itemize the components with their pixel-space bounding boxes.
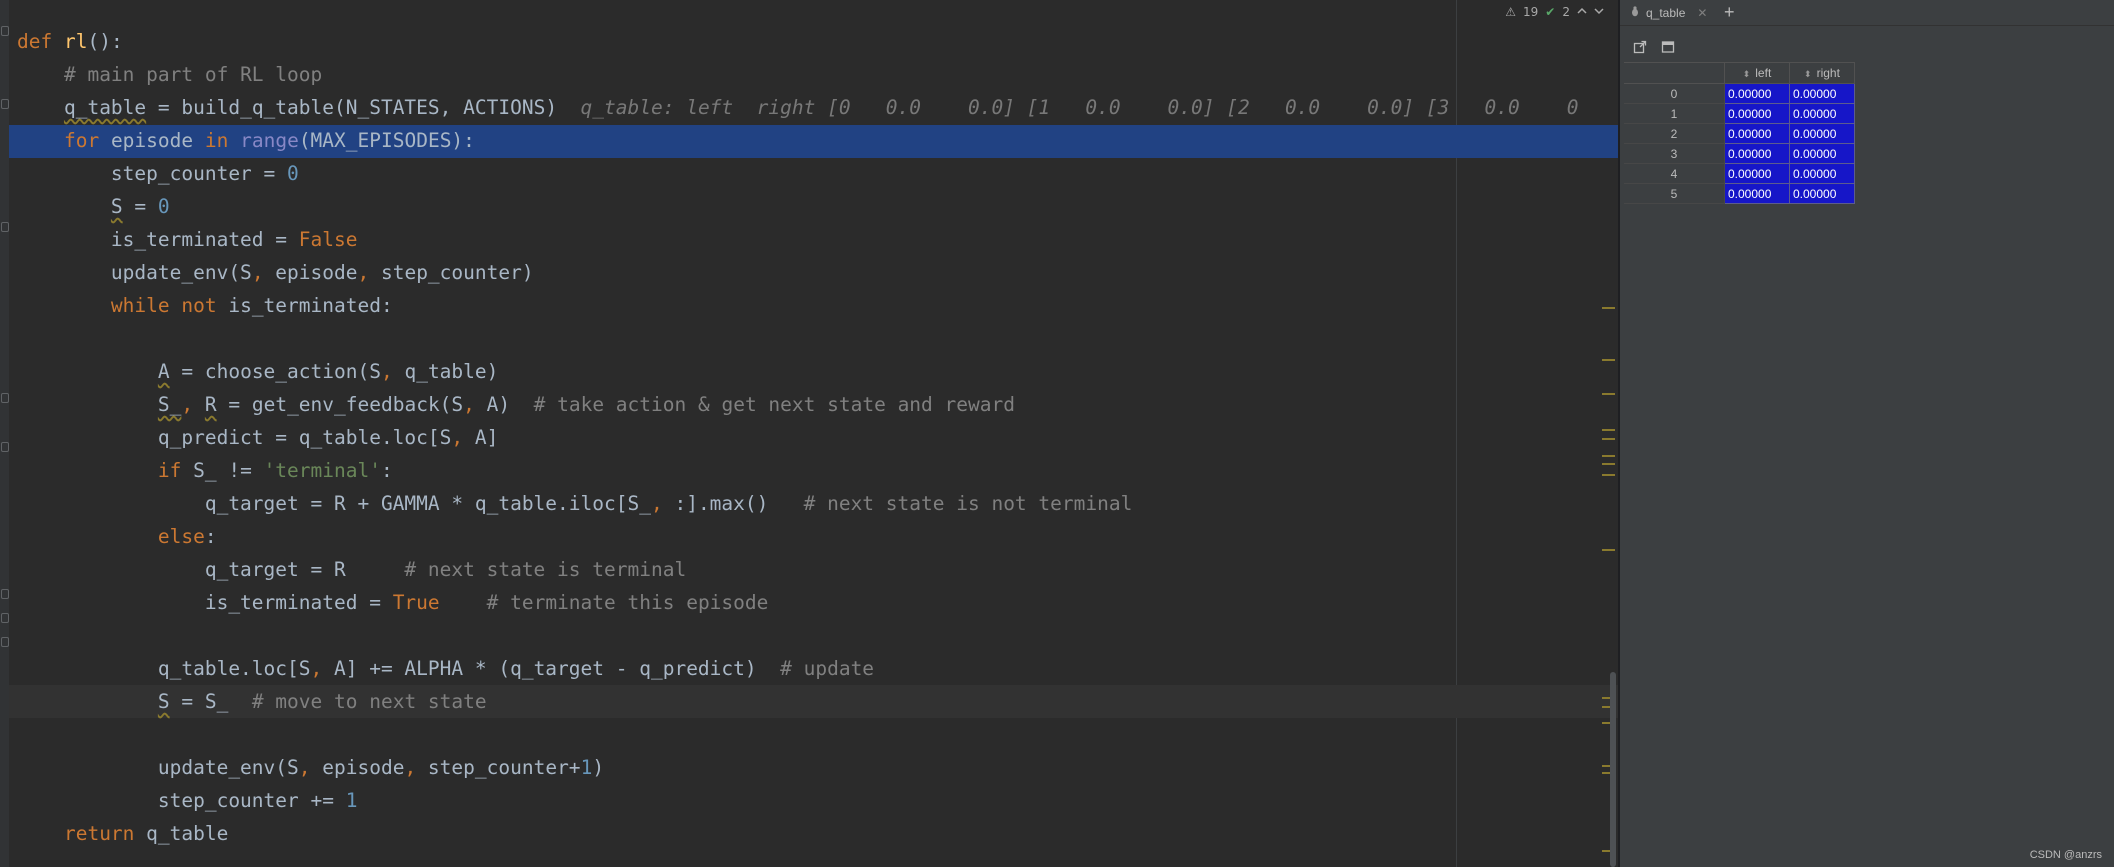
code-line: S = 0 — [110, 195, 170, 218]
row-index: 4 — [1624, 163, 1725, 184]
code-line: step_counter += 1 — [17, 789, 358, 812]
code-line: S = S_ # move to next state — [157, 690, 487, 713]
table-cell[interactable]: 0.00000 — [1789, 103, 1855, 124]
warning-stripe — [1602, 474, 1615, 476]
table-cell[interactable]: 0.00000 — [1789, 163, 1855, 184]
warning-stripe — [1602, 307, 1615, 309]
dataframe-table: ⬍ left ⬍ right 0 0.00000 0.00000 1 0.00000… — [1624, 62, 1855, 204]
table-row[interactable]: 0 0.00000 0.00000 — [1624, 83, 1855, 104]
warning-icon: ⚠ — [1505, 5, 1517, 19]
warning-count: 19 — [1523, 5, 1539, 19]
table-row[interactable]: 5 0.00000 0.00000 — [1624, 183, 1855, 204]
table-cell[interactable]: 0.00000 — [1789, 183, 1855, 204]
code-line: for episode in range(MAX_EPISODES): — [63, 129, 475, 152]
editor-scrollbar[interactable] — [1600, 0, 1618, 867]
inline-debug-value: q_table: left right [0 0.0 0.0] [1 0.0 0… — [580, 96, 1579, 119]
sort-icon[interactable]: ⬍ — [1804, 69, 1812, 79]
scrollbar-thumb[interactable] — [1610, 672, 1616, 867]
warning-stripe — [1602, 429, 1615, 431]
code-line: if S_ != 'terminal': — [157, 459, 393, 482]
table-cell[interactable]: 0.00000 — [1724, 83, 1790, 104]
table-cell[interactable]: 0.00000 — [1789, 143, 1855, 164]
sort-icon[interactable]: ⬍ — [1743, 69, 1751, 79]
column-header-right[interactable]: ⬍ right — [1789, 62, 1855, 84]
row-index: 5 — [1624, 183, 1725, 204]
fold-marker-while[interactable] — [1, 222, 9, 232]
code-line: else: — [157, 525, 217, 548]
check-icon: ✔ — [1545, 5, 1556, 19]
bug-icon — [1630, 5, 1640, 20]
warning-stripe — [1602, 455, 1615, 457]
warning-stripe — [1602, 438, 1615, 440]
code-line: update_env(S, episode, step_counter) — [17, 261, 534, 284]
table-cell[interactable]: 0.00000 — [1724, 103, 1790, 124]
code-line: q_table.loc[S, A] += ALPHA * (q_target -… — [17, 657, 875, 680]
table-cell[interactable]: 0.00000 — [1724, 163, 1790, 184]
watermark: CSDN @anzrs — [2029, 849, 2102, 861]
fold-marker-for-end[interactable] — [1, 613, 9, 623]
code-line: q_target = R # next state is terminal — [17, 558, 687, 581]
code-line: # main part of RL loop — [63, 63, 323, 86]
code-line: def rl(): — [17, 30, 123, 53]
table-cell[interactable]: 0.00000 — [1789, 83, 1855, 104]
code-line: q_predict = q_table.loc[S, A] — [17, 426, 499, 449]
table-cell[interactable]: 0.00000 — [1724, 183, 1790, 204]
tab-q-table[interactable]: q_table ✕ — [1620, 0, 1719, 25]
table-cell[interactable]: 0.00000 — [1724, 143, 1790, 164]
inspection-widget[interactable]: ⚠ 19 ✔ 2 — [1505, 0, 1604, 24]
fold-marker-while-end[interactable] — [1, 589, 9, 599]
warning-stripe — [1602, 549, 1615, 551]
viewer-toolbar — [1620, 36, 1676, 58]
column-header-left[interactable]: ⬍ left — [1724, 62, 1790, 84]
row-index: 1 — [1624, 103, 1725, 124]
code-line: update_env(S, episode, step_counter+1) — [17, 756, 605, 779]
table-row[interactable]: 4 0.00000 0.00000 — [1624, 163, 1855, 184]
fold-marker-else-end[interactable] — [1, 442, 9, 452]
warning-stripe — [1602, 393, 1615, 395]
warning-stripe — [1602, 359, 1615, 361]
row-index: 0 — [1624, 83, 1725, 104]
row-index: 2 — [1624, 123, 1725, 144]
editor-gutter — [0, 0, 9, 867]
row-index: 3 — [1624, 143, 1725, 164]
viewer-tab-bar: q_table ✕ + — [1620, 0, 2114, 26]
index-header — [1624, 62, 1725, 84]
code-line: q_table = build_q_table(N_STATES, ACTION… — [63, 96, 1579, 119]
code-line: is_terminated = False — [17, 228, 358, 251]
code-line: return q_table — [63, 822, 229, 845]
passed-count: 2 — [1562, 5, 1570, 19]
plus-icon[interactable]: + — [1724, 0, 1735, 25]
code-editor[interactable]: def rl(): # main part of RL loop q_table… — [0, 0, 1618, 867]
code-line: S_, R = get_env_feedback(S, A) # take ac… — [157, 393, 1015, 416]
table-row[interactable]: 2 0.00000 0.00000 — [1624, 123, 1855, 144]
table-row[interactable]: 3 0.00000 0.00000 — [1624, 143, 1855, 164]
code-line: step_counter = 0 — [17, 162, 299, 185]
fold-marker-def[interactable] — [1, 26, 9, 36]
open-external-icon[interactable] — [1632, 39, 1648, 55]
table-cell[interactable]: 0.00000 — [1789, 123, 1855, 144]
fold-marker-def-end[interactable] — [1, 637, 9, 647]
close-icon[interactable]: ✕ — [1697, 6, 1707, 20]
code-line: while not is_terminated: — [110, 294, 393, 317]
fold-marker-for[interactable] — [1, 99, 9, 109]
warning-stripe — [1602, 463, 1615, 465]
code-line: is_terminated = True # terminate this ep… — [17, 591, 769, 614]
table-row[interactable]: 1 0.00000 0.00000 — [1624, 103, 1855, 124]
table-cell[interactable]: 0.00000 — [1724, 123, 1790, 144]
code-line: A = choose_action(S, q_table) — [157, 360, 499, 383]
dataframe-viewer: q_table ✕ + ⬍ left ⬍ right 0 0.00000 0.0… — [1620, 0, 2114, 867]
code-line: q_target = R + GAMMA * q_table.iloc[S_, … — [17, 492, 1133, 515]
tab-label: q_table — [1646, 5, 1686, 20]
fold-marker-else[interactable] — [1, 393, 9, 403]
chevron-up-icon[interactable] — [1577, 5, 1587, 19]
window-icon[interactable] — [1660, 39, 1676, 55]
